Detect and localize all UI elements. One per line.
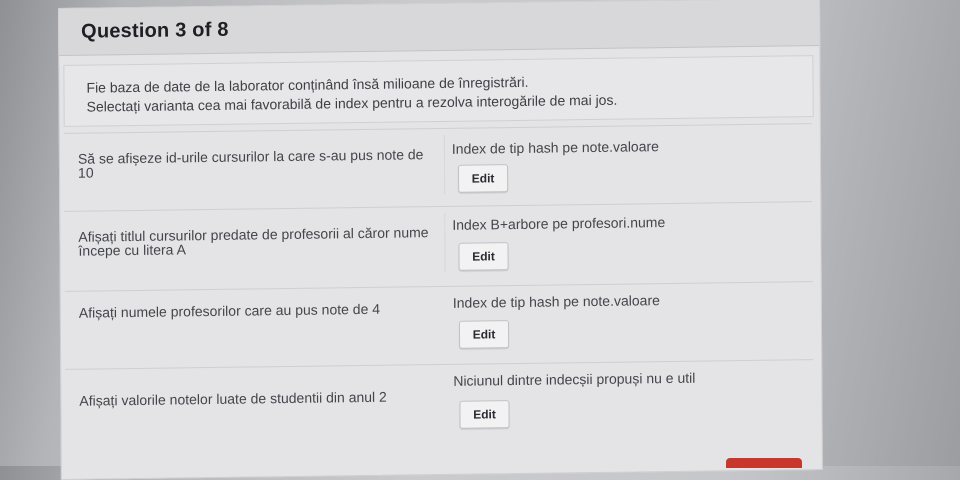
query-text-4: Afișați valorile notelor luate de studen… xyxy=(79,388,387,409)
answer-text-2: Index B+arbore pe profesori.nume xyxy=(452,214,666,233)
question-header: Question 3 of 8 xyxy=(59,0,820,56)
query-text-1: Să se afișeze id-urile cursurilor la car… xyxy=(77,146,424,181)
prompt-line-2: Selectați varianta cea mai favorabilă de… xyxy=(86,91,618,115)
row-divider xyxy=(444,212,446,273)
match-row-1: Să se afișeze id-urile cursurilor la car… xyxy=(63,123,813,210)
question-prompt: Fie baza de date de la laborator conținâ… xyxy=(63,55,814,127)
match-row-3: Afișați numele profesorilor care au pus … xyxy=(64,281,814,368)
edit-button-3[interactable]: Edit xyxy=(458,320,510,349)
answer-text-3: Index de tip hash pe note.valoare xyxy=(452,292,660,311)
question-panel: Question 3 of 8 Fie baza de date de la l… xyxy=(58,0,823,480)
edit-button-1[interactable]: Edit xyxy=(457,164,509,193)
question-title: Question 3 of 8 xyxy=(81,18,229,43)
prompt-line-1: Fie baza de date de la laborator conținâ… xyxy=(86,73,529,96)
answer-text-4: Niciunul dintre indecșii propuși nu e ut… xyxy=(453,369,696,389)
query-text-2: Afișați titlul cursurilor predate de pro… xyxy=(78,224,429,259)
match-row-4: Afișați valorile notelor luate de studen… xyxy=(65,359,814,470)
query-text-3: Afișați numele profesorilor care au pus … xyxy=(78,300,381,321)
row-divider xyxy=(443,134,446,195)
submit-button-partial[interactable] xyxy=(726,458,802,468)
match-row-2: Afișați titlul cursurilor predate de pro… xyxy=(64,201,813,288)
edit-button-4[interactable]: Edit xyxy=(459,400,510,429)
edit-button-2[interactable]: Edit xyxy=(458,242,509,271)
answer-text-1: Index de tip hash pe note.valoare xyxy=(451,138,659,157)
